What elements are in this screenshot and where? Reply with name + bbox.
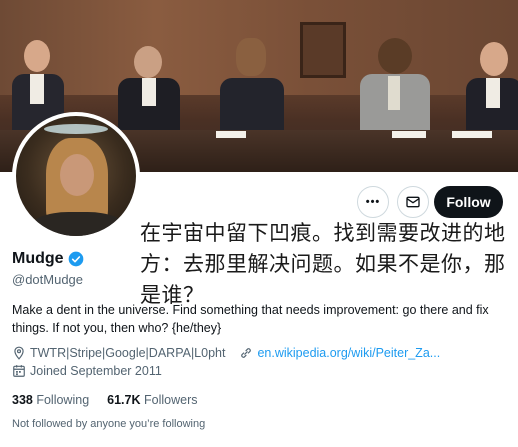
avatar-face [60, 154, 94, 196]
banner-placard [216, 131, 246, 138]
banner-placard [392, 131, 426, 138]
followers-count-link[interactable]: 61.7K Followers [107, 393, 197, 407]
profile-website-link[interactable]: en.wikipedia.org/wiki/Peiter_Za... [257, 346, 440, 360]
avatar-light [44, 124, 108, 134]
more-options-button[interactable]: ••• [357, 186, 389, 218]
avatar-shirt [30, 212, 126, 236]
profile-meta-row: TWTR|Stripe|Google|DARPA|L0pht en.wikipe… [12, 346, 440, 360]
display-name: Mudge [12, 250, 64, 267]
follow-counts: 338 Following 61.7K Followers [12, 393, 216, 407]
profile-bio: Make a dent in the universe. Find someth… [12, 303, 489, 335]
bio-translation-overlay: 在宇宙中留下凹痕。找到需要改进的地方：去那里解决问题。如果不是你，那是谁？ [140, 221, 506, 307]
profile-location: TWTR|Stripe|Google|DARPA|L0pht [30, 346, 226, 360]
name-row: Mudge [12, 250, 84, 268]
banner-emblem [300, 22, 346, 78]
more-icon: ••• [365, 196, 381, 208]
message-icon [406, 196, 420, 208]
following-count-link[interactable]: 338 Following [12, 393, 89, 407]
user-handle: @dotMudge [12, 272, 84, 287]
follow-status-text: Not followed by anyone you’re following [12, 418, 206, 430]
followers-count: 61.7K [107, 393, 141, 407]
banner-placard [452, 131, 492, 138]
location-icon [14, 346, 24, 360]
calendar-icon [13, 365, 25, 377]
message-button[interactable] [397, 186, 429, 218]
profile-avatar[interactable] [12, 112, 140, 240]
followers-label: Followers [144, 393, 198, 407]
following-label: Following [36, 393, 90, 407]
follow-button[interactable]: Follow [434, 186, 503, 218]
following-count: 338 [12, 393, 33, 407]
profile-joined-date: Joined September 2011 [30, 364, 162, 378]
link-icon [241, 348, 252, 358]
verified-badge-icon [68, 251, 83, 267]
profile-joined-row: Joined September 2011 [12, 364, 162, 378]
